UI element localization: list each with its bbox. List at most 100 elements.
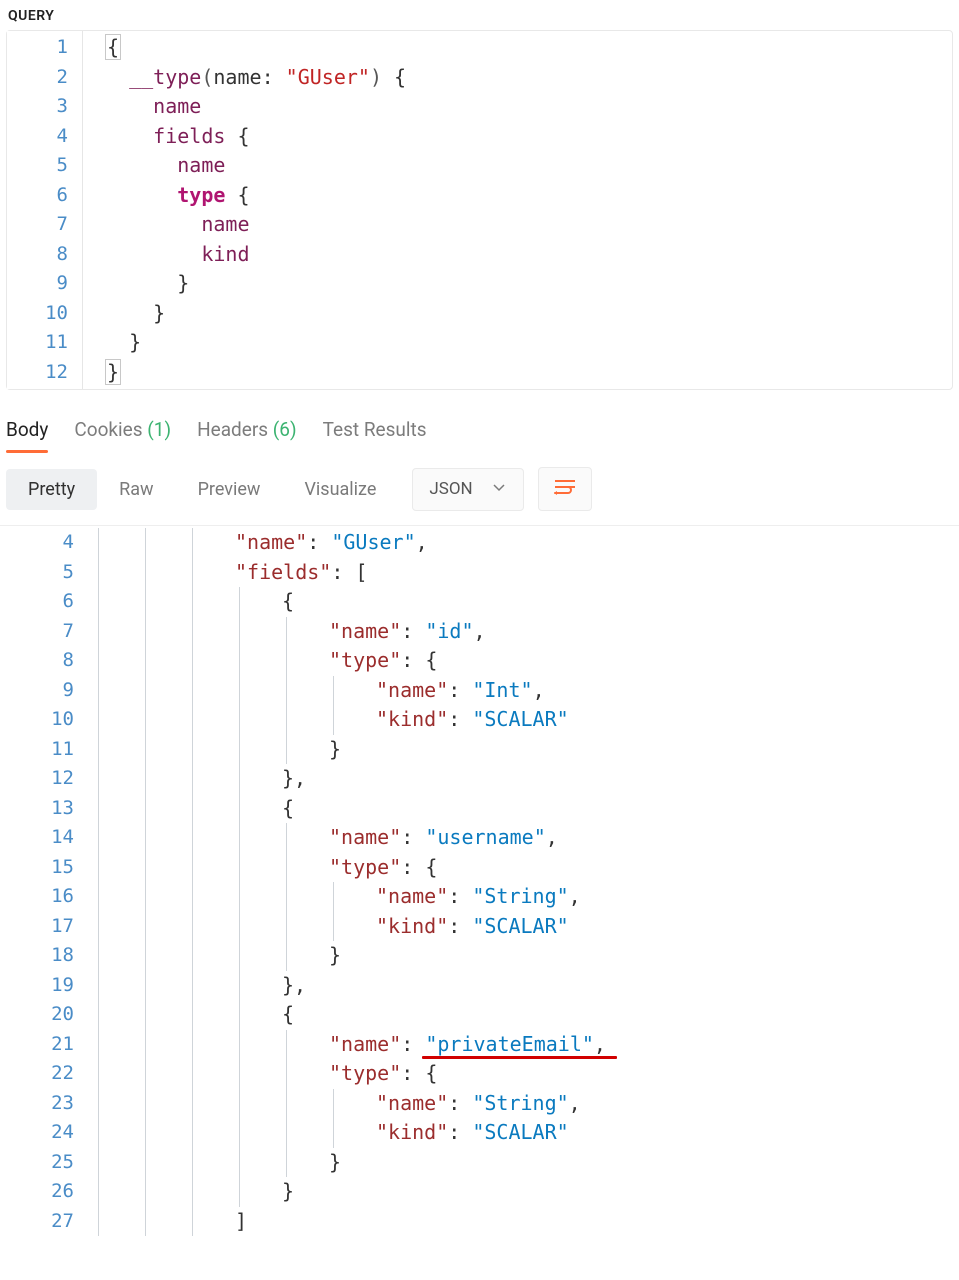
view-controls: Pretty Raw Preview Visualize JSON bbox=[0, 451, 959, 525]
format-dropdown-label: JSON bbox=[429, 479, 472, 499]
tab-headers-count: (6) bbox=[273, 418, 297, 441]
line-number: 25 bbox=[0, 1148, 88, 1178]
line-number: 13 bbox=[0, 794, 88, 824]
line-number: 15 bbox=[0, 853, 88, 883]
response-tabs: Body Cookies (1) Headers (6) Test Result… bbox=[0, 406, 959, 451]
code-line[interactable]: fields { bbox=[105, 122, 406, 152]
tab-cookies-count: (1) bbox=[147, 418, 171, 441]
code-line[interactable]: } bbox=[94, 1177, 606, 1207]
view-pretty-button[interactable]: Pretty bbox=[6, 469, 97, 510]
code-line[interactable]: name bbox=[105, 92, 406, 122]
code-line[interactable]: "name": "GUser", bbox=[94, 528, 606, 558]
code-line[interactable]: } bbox=[94, 941, 606, 971]
code-line[interactable]: } bbox=[105, 269, 406, 299]
code-line[interactable]: { bbox=[94, 1000, 606, 1030]
view-preview-button[interactable]: Preview bbox=[176, 469, 283, 510]
query-section: QUERY 123456789101112 { __type(name: "GU… bbox=[0, 0, 959, 390]
code-line[interactable]: name bbox=[105, 210, 406, 240]
code-line[interactable]: "name": "id", bbox=[94, 617, 606, 647]
line-number: 26 bbox=[0, 1177, 88, 1207]
line-number: 9 bbox=[7, 269, 82, 299]
line-number: 20 bbox=[0, 1000, 88, 1030]
code-line[interactable]: } bbox=[105, 358, 406, 388]
query-gutter: 123456789101112 bbox=[7, 31, 83, 389]
response-gutter: 4567891011121314151617181920212223242526… bbox=[0, 526, 88, 1238]
query-editor[interactable]: 123456789101112 { __type(name: "GUser") … bbox=[6, 30, 953, 390]
line-number: 4 bbox=[0, 528, 88, 558]
wrap-lines-icon bbox=[553, 477, 577, 501]
line-number: 8 bbox=[0, 646, 88, 676]
line-number: 5 bbox=[0, 558, 88, 588]
code-line[interactable]: { bbox=[105, 33, 406, 63]
line-number: 1 bbox=[7, 33, 82, 63]
line-number: 10 bbox=[7, 299, 82, 329]
tab-cookies[interactable]: Cookies (1) bbox=[74, 410, 171, 451]
line-number: 9 bbox=[0, 676, 88, 706]
tab-headers-label: Headers bbox=[197, 418, 268, 441]
wrap-lines-button[interactable] bbox=[538, 467, 592, 511]
chevron-down-icon bbox=[491, 479, 507, 500]
response-editor[interactable]: 4567891011121314151617181920212223242526… bbox=[0, 525, 959, 1238]
line-number: 24 bbox=[0, 1118, 88, 1148]
code-line[interactable]: kind bbox=[105, 240, 406, 270]
view-raw-button[interactable]: Raw bbox=[97, 469, 175, 510]
code-line[interactable]: "name": "Int", bbox=[94, 676, 606, 706]
code-line[interactable]: "name": "privateEmail", bbox=[94, 1030, 606, 1060]
code-line[interactable]: { bbox=[94, 794, 606, 824]
view-mode-segmented: Pretty Raw Preview Visualize bbox=[6, 469, 398, 510]
code-line[interactable]: } bbox=[94, 735, 606, 765]
line-number: 27 bbox=[0, 1207, 88, 1237]
line-number: 3 bbox=[7, 92, 82, 122]
line-number: 10 bbox=[0, 705, 88, 735]
code-line[interactable]: } bbox=[94, 1148, 606, 1178]
format-dropdown[interactable]: JSON bbox=[412, 468, 523, 511]
code-line[interactable]: }, bbox=[94, 764, 606, 794]
code-line[interactable]: type { bbox=[105, 181, 406, 211]
code-line[interactable]: } bbox=[105, 299, 406, 329]
line-number: 19 bbox=[0, 971, 88, 1001]
code-line[interactable]: "type": { bbox=[94, 1059, 606, 1089]
code-line[interactable]: ] bbox=[94, 1207, 606, 1237]
line-number: 5 bbox=[7, 151, 82, 181]
tab-body[interactable]: Body bbox=[6, 410, 48, 451]
line-number: 22 bbox=[0, 1059, 88, 1089]
code-line[interactable]: name bbox=[105, 151, 406, 181]
code-line[interactable]: "kind": "SCALAR" bbox=[94, 705, 606, 735]
line-number: 12 bbox=[7, 358, 82, 388]
query-code[interactable]: { __type(name: "GUser") { name fields { … bbox=[83, 31, 406, 389]
code-line[interactable]: "type": { bbox=[94, 853, 606, 883]
code-line[interactable]: "name": "username", bbox=[94, 823, 606, 853]
tab-test-results[interactable]: Test Results bbox=[323, 410, 427, 451]
line-number: 2 bbox=[7, 63, 82, 93]
code-line[interactable]: "name": "String", bbox=[94, 1089, 606, 1119]
code-line[interactable]: __type(name: "GUser") { bbox=[105, 63, 406, 93]
tab-cookies-label: Cookies bbox=[74, 418, 142, 441]
line-number: 16 bbox=[0, 882, 88, 912]
line-number: 4 bbox=[7, 122, 82, 152]
query-label: QUERY bbox=[0, 0, 959, 30]
code-line[interactable]: { bbox=[94, 587, 606, 617]
line-number: 18 bbox=[0, 941, 88, 971]
line-number: 11 bbox=[7, 328, 82, 358]
tab-headers[interactable]: Headers (6) bbox=[197, 410, 297, 451]
line-number: 17 bbox=[0, 912, 88, 942]
code-line[interactable]: "fields": [ bbox=[94, 558, 606, 588]
code-line[interactable]: "type": { bbox=[94, 646, 606, 676]
code-line[interactable]: "kind": "SCALAR" bbox=[94, 1118, 606, 1148]
line-number: 6 bbox=[0, 587, 88, 617]
line-number: 7 bbox=[0, 617, 88, 647]
line-number: 6 bbox=[7, 181, 82, 211]
code-line[interactable]: "kind": "SCALAR" bbox=[94, 912, 606, 942]
line-number: 11 bbox=[0, 735, 88, 765]
line-number: 7 bbox=[7, 210, 82, 240]
view-visualize-button[interactable]: Visualize bbox=[282, 469, 398, 510]
code-line[interactable]: "name": "String", bbox=[94, 882, 606, 912]
line-number: 12 bbox=[0, 764, 88, 794]
code-line[interactable]: } bbox=[105, 328, 406, 358]
line-number: 8 bbox=[7, 240, 82, 270]
line-number: 23 bbox=[0, 1089, 88, 1119]
line-number: 21 bbox=[0, 1030, 88, 1060]
code-line[interactable]: }, bbox=[94, 971, 606, 1001]
line-number: 14 bbox=[0, 823, 88, 853]
response-code[interactable]: "name": "GUser","fields": [{"name": "id"… bbox=[88, 526, 606, 1238]
